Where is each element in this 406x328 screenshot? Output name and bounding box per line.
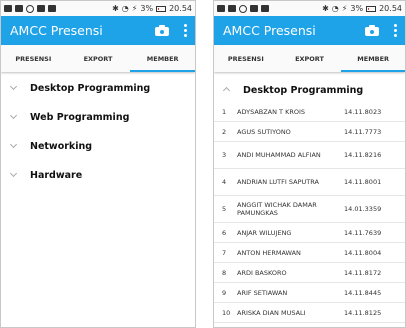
member-nim: 14.11.8216 (344, 151, 382, 159)
member-number: 4 (222, 178, 227, 186)
tab-presensi[interactable]: PRESENSI (1, 45, 66, 72)
member-number: 10 (222, 308, 231, 317)
member-row[interactable]: 9 ARIF SETIAWAN 14.11.8445 (214, 283, 405, 303)
member-name: ARDI BASKORO (237, 268, 287, 277)
bluetooth-icon: ✱ (322, 4, 329, 13)
member-number: 6 (222, 228, 227, 237)
image-icon (261, 5, 269, 12)
clock: 20.54 (379, 4, 402, 13)
group-desktop-programming-expanded[interactable]: Desktop Programming (214, 78, 405, 102)
mail-icon (228, 5, 236, 12)
wifi-icon: ◔ (121, 4, 129, 13)
battery-percent: 3% (350, 4, 364, 13)
wifi-icon: ◔ (331, 4, 339, 13)
member-row[interactable]: 7 ANTON HERMAWAN 14.11.8004 (214, 243, 405, 263)
member-nim: 14.11.7773 (344, 127, 382, 136)
whatsapp-icon (26, 4, 34, 13)
message-icon (4, 5, 12, 12)
screen-icon (250, 5, 258, 12)
app-title: AMCC Presensi (10, 23, 103, 38)
chevron-up-icon (222, 85, 234, 95)
member-nim: 14.11.7639 (344, 228, 382, 237)
member-name: AGUS SUTIYONO (237, 127, 291, 136)
overflow-menu-icon[interactable] (393, 24, 397, 37)
battery-icon (366, 5, 377, 12)
mail-icon (15, 5, 23, 12)
chevron-down-icon (9, 84, 21, 94)
member-number: 1 (222, 107, 227, 116)
tab-bar: PRESENSI EXPORT MEMBER (214, 45, 405, 72)
battery-percent: 3% (140, 4, 154, 13)
member-nim: 14.11.8023 (344, 107, 382, 116)
group-desktop-programming[interactable]: Desktop Programming (1, 74, 195, 103)
tab-bar: PRESENSI EXPORT MEMBER (1, 45, 195, 72)
whatsapp-icon (239, 4, 247, 13)
tab-member[interactable]: MEMBER (130, 45, 195, 72)
group-web-programming[interactable]: Web Programming (1, 103, 195, 132)
chevron-down-icon (9, 113, 21, 123)
chevron-down-icon (9, 171, 21, 181)
member-name: ADYSABZAN T KROIS (237, 107, 306, 116)
status-bar: ✱ ◔ ⚡ 3% 20.54 (1, 1, 195, 16)
member-number: 2 (222, 127, 227, 136)
bluetooth-icon: ✱ (112, 4, 119, 13)
member-row[interactable]: 6 ANJAR WILUJENG 14.11.7639 (214, 223, 405, 243)
member-number: 9 (222, 288, 227, 297)
group-label: Desktop Programming (243, 84, 364, 96)
battery-icon (156, 5, 167, 12)
member-row[interactable]: 3 ANDI MUHAMMAD ALFIAN 14.11.8216 (214, 142, 405, 169)
status-bar: ✱ ◔ ⚡ 3% 20.54 (214, 1, 405, 16)
member-name: ANGGIT WICHAK DAMAR PAMUNGKAS (237, 201, 317, 217)
group-label: Hardware (30, 170, 83, 181)
member-row[interactable]: 10 ARISKA DIAN MUSALI 14.11.8125 (214, 303, 405, 323)
tab-export[interactable]: EXPORT (66, 45, 131, 72)
member-list: 1 ADYSABZAN T KROIS 14.11.8023 2 AGUS SU… (214, 102, 405, 323)
member-row[interactable]: 1 ADYSABZAN T KROIS 14.11.8023 (214, 102, 405, 122)
member-number: 3 (222, 151, 227, 159)
group-hardware[interactable]: Hardware (1, 161, 195, 190)
member-nim: 14.11.8125 (344, 308, 382, 317)
member-row[interactable]: 8 ARDI BASKORO 14.11.8172 (214, 263, 405, 283)
phone-screen-collapsed: ✱ ◔ ⚡ 3% 20.54 AMCC Presensi PRESENSI EX… (0, 0, 196, 328)
tab-export[interactable]: EXPORT (278, 45, 342, 72)
member-name: ANDRIAN LUTFI SAPUTRA (237, 178, 319, 186)
member-number: 7 (222, 248, 227, 257)
member-row[interactable]: 4 ANDRIAN LUTFI SAPUTRA 14.11.8001 (214, 169, 405, 196)
member-name: ARIF SETIAWAN (237, 288, 288, 297)
tab-member[interactable]: MEMBER (341, 45, 405, 72)
member-name: ANDI MUHAMMAD ALFIAN (237, 151, 321, 159)
image-icon (48, 5, 56, 12)
chevron-down-icon (9, 142, 21, 152)
clock: 20.54 (169, 4, 192, 13)
camera-icon[interactable] (155, 25, 169, 36)
screenshot-root: ✱ ◔ ⚡ 3% 20.54 AMCC Presensi PRESENSI EX… (0, 0, 406, 328)
message-icon (217, 5, 225, 12)
member-nim: 14.11.8001 (344, 178, 382, 186)
group-label: Networking (30, 141, 93, 152)
member-number: 5 (222, 205, 227, 213)
overflow-menu-icon[interactable] (183, 24, 187, 37)
member-name: ANJAR WILUJENG (237, 228, 292, 237)
app-title: AMCC Presensi (223, 23, 316, 38)
member-name: ARISKA DIAN MUSALI (237, 308, 306, 317)
tab-presensi[interactable]: PRESENSI (214, 45, 278, 72)
member-nim: 14.11.8445 (344, 288, 382, 297)
member-number: 8 (222, 268, 227, 277)
member-nim: 14.11.8172 (344, 268, 382, 277)
charging-icon: ⚡ (131, 4, 138, 13)
member-nim: 14.01.3359 (344, 205, 382, 213)
member-name: ANTON HERMAWAN (237, 248, 301, 257)
camera-icon[interactable] (365, 25, 379, 36)
member-row[interactable]: 2 AGUS SUTIYONO 14.11.7773 (214, 122, 405, 142)
member-nim: 14.11.8004 (344, 248, 382, 257)
charging-icon: ⚡ (341, 4, 348, 13)
member-row[interactable]: 5 ANGGIT WICHAK DAMAR PAMUNGKAS 14.01.33… (214, 196, 405, 223)
group-label: Web Programming (30, 112, 130, 123)
screen-icon (37, 5, 45, 12)
app-bar: AMCC Presensi (1, 16, 195, 45)
phone-screen-expanded: ✱ ◔ ⚡ 3% 20.54 AMCC Presensi PRESENSI EX… (213, 0, 406, 328)
app-bar: AMCC Presensi (214, 16, 405, 45)
group-networking[interactable]: Networking (1, 132, 195, 161)
group-label: Desktop Programming (30, 83, 151, 94)
